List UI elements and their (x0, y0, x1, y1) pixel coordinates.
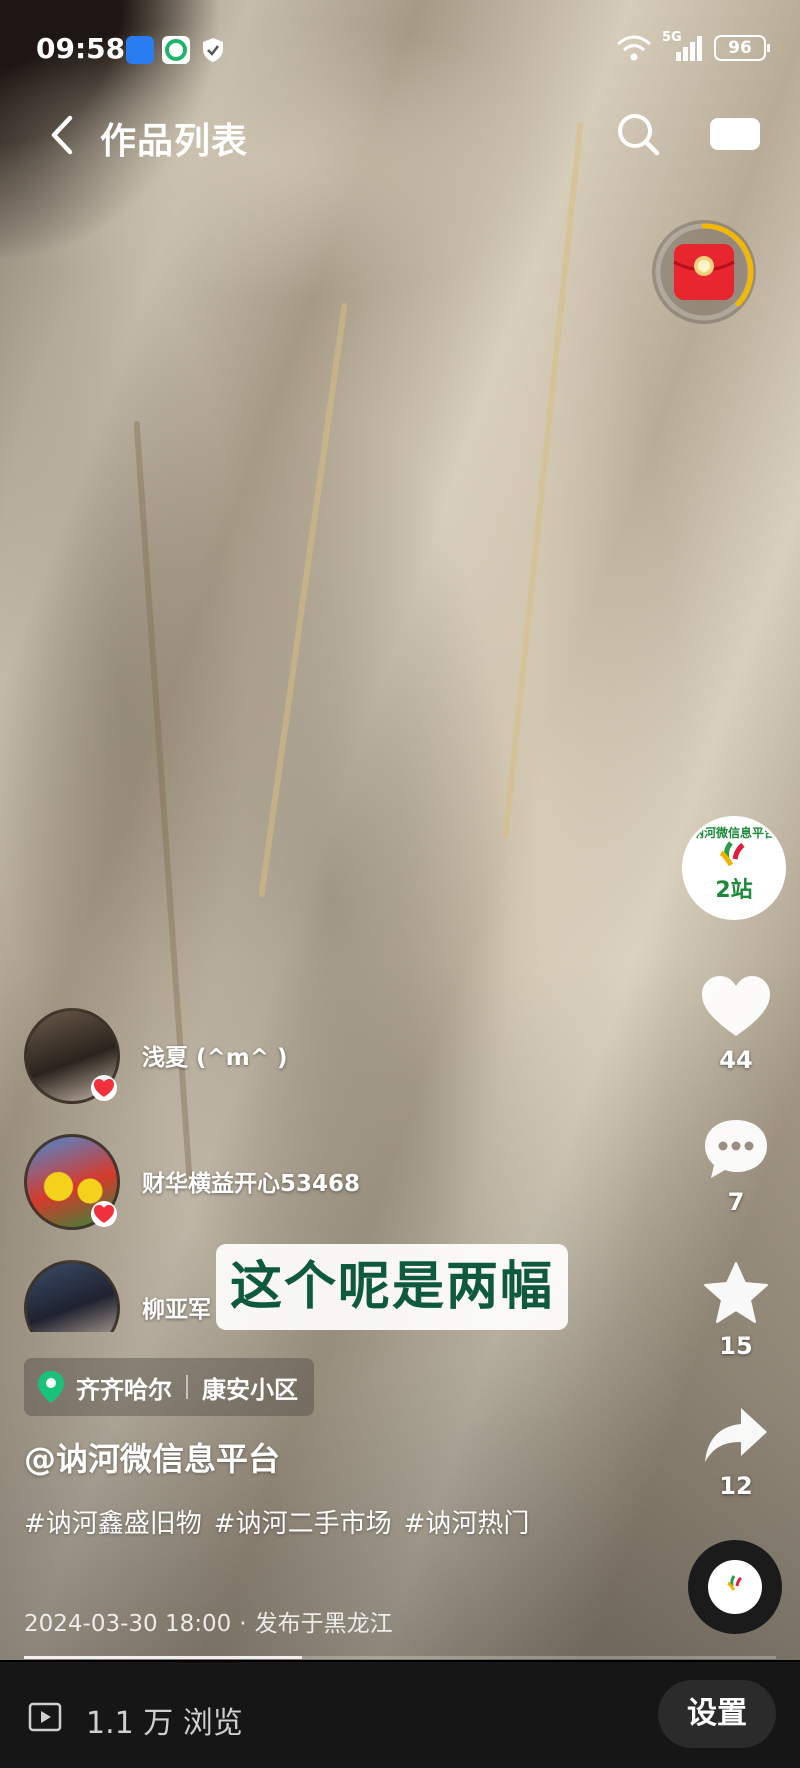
author-name[interactable]: @讷河微信息平台 (24, 1434, 280, 1480)
camera-icon (710, 118, 760, 150)
search-icon (618, 114, 660, 156)
top-nav: 作品列表 (0, 100, 800, 170)
comment-button[interactable]: 7 (686, 1116, 786, 1216)
post-region: 发布于黑龙江 (254, 1611, 393, 1637)
share-count: 12 (719, 1472, 753, 1500)
settings-button[interactable]: 设置 (658, 1680, 776, 1748)
favorite-count: 15 (719, 1332, 753, 1360)
status-bar: 09:58 5G 96 (0, 0, 800, 100)
status-indicators: 5G 96 (616, 30, 770, 62)
video-progress-fill (24, 1656, 303, 1659)
heart-badge-icon (91, 1075, 117, 1101)
heart-icon (702, 976, 770, 1036)
app-notification-icon (126, 36, 154, 64)
like-count: 44 (719, 1046, 753, 1074)
bottom-bar: 1.1 万 浏览 设置 (0, 1662, 800, 1768)
hashtag-link[interactable]: #讷河二手市场 (214, 1509, 392, 1539)
favorite-button[interactable]: 15 (686, 1260, 786, 1360)
battery-indicator: 96 (714, 35, 770, 61)
like-button[interactable]: 44 (686, 974, 786, 1074)
app-notification-icon (162, 36, 190, 64)
video-progress-bar[interactable] (24, 1656, 776, 1659)
logo-title: 讷河微信息平台 (692, 825, 776, 840)
share-button[interactable]: 12 (686, 1404, 786, 1500)
music-disc-cover (708, 1560, 762, 1614)
viewer-item[interactable]: 浅夏 (^m^ ) (24, 1008, 384, 1104)
account-avatar[interactable]: 讷河微信息平台 2站 (682, 816, 786, 920)
play-views-icon (28, 1702, 62, 1732)
comment-icon (705, 1120, 767, 1178)
share-icon (705, 1408, 767, 1462)
location-city: 齐齐哈尔 (76, 1375, 172, 1404)
star-icon (704, 1262, 768, 1323)
hashtag-link[interactable]: #讷河热门 (404, 1509, 530, 1539)
signal-icon: 5G (662, 30, 704, 62)
post-meta: 2024-03-30 18:00 · 发布于黑龙江 (24, 1604, 393, 1638)
music-disc-button[interactable] (688, 1540, 782, 1634)
page-title: 作品列表 (100, 121, 249, 162)
video-subtitle: 这个呢是两幅 (216, 1244, 569, 1330)
account-logo-small (727, 1575, 742, 1591)
chevron-left-icon (51, 115, 73, 155)
red-packet-button[interactable] (650, 218, 758, 326)
hashtag-link[interactable]: #讷河鑫盛旧物 (24, 1509, 202, 1539)
post-datetime: 2024-03-30 18:00 (24, 1611, 232, 1637)
location-tag[interactable]: 齐齐哈尔 康安小区 (24, 1358, 314, 1416)
shield-icon (200, 36, 226, 68)
camera-button[interactable] (708, 114, 762, 154)
location-place: 康安小区 (202, 1375, 298, 1404)
fabric-streak (258, 302, 348, 898)
heart-badge-icon (91, 1201, 117, 1227)
logo-sub: 2站 (715, 878, 752, 903)
viewer-name: 财华横益开心53468 (142, 1171, 361, 1197)
viewer-name: 柳亚军 (142, 1297, 211, 1323)
view-count: 1.1 万 浏览 (86, 1706, 243, 1741)
comment-count: 7 (727, 1188, 745, 1216)
viewer-name: 浅夏 (^m^ ) (142, 1045, 288, 1071)
wifi-icon (617, 35, 651, 61)
red-packet-icon (652, 220, 756, 324)
search-button[interactable] (614, 110, 662, 158)
location-divider (186, 1375, 188, 1399)
separator-dot: · (239, 1611, 247, 1637)
avatar (24, 1260, 120, 1332)
account-logo: 讷河微信息平台 2站 (685, 819, 783, 917)
hashtag-list: #讷河鑫盛旧物 #讷河二手市场 #讷河热门 (24, 1498, 584, 1550)
back-button[interactable] (42, 112, 82, 158)
location-pin-icon (38, 1371, 64, 1403)
viewer-item[interactable]: 财华横益开心53468 (24, 1134, 384, 1230)
status-time: 09:58 (36, 32, 126, 65)
